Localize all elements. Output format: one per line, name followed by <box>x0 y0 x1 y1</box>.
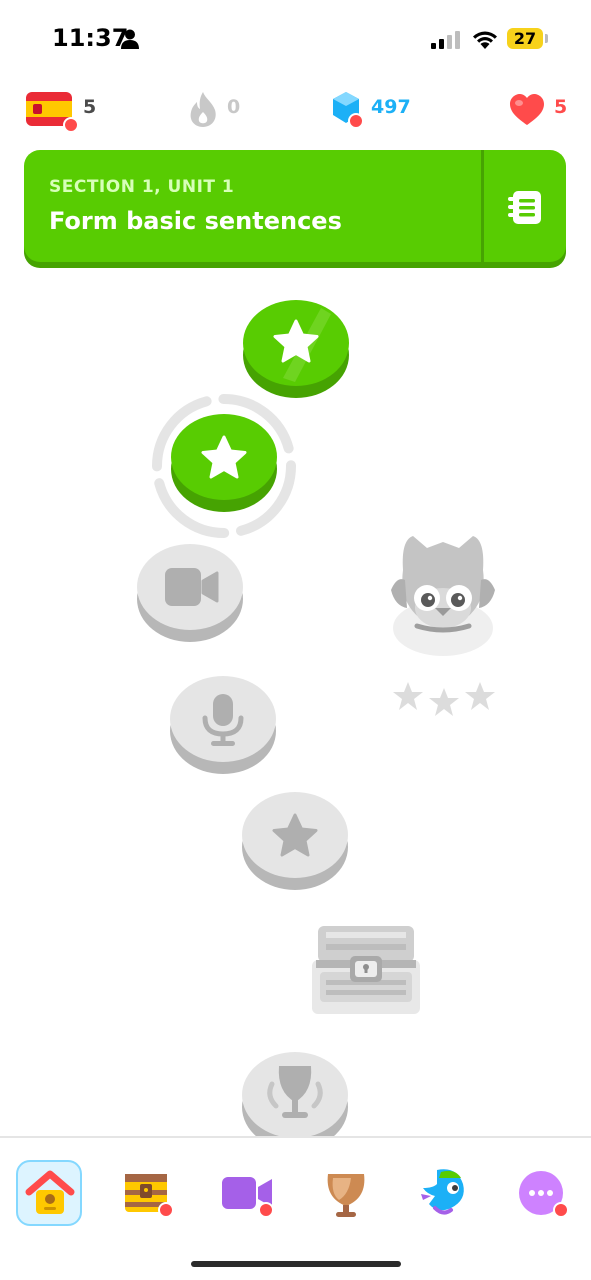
unit-banner[interactable] <box>24 150 566 262</box>
wifi-icon <box>473 31 497 49</box>
video-camera-icon <box>165 568 219 606</box>
nav-backdrop <box>0 1138 591 1280</box>
lesson-node-completed[interactable] <box>243 300 349 398</box>
home-indicator <box>191 1261 401 1267</box>
shield-icon <box>327 1174 365 1217</box>
notification-dot <box>158 1202 174 1218</box>
streak-count: 0 <box>227 96 241 118</box>
notification-dot <box>553 1202 569 1218</box>
gems-count: 497 <box>371 96 411 118</box>
battery-level: 27 <box>507 28 543 49</box>
treasure-chest-icon[interactable] <box>310 922 422 1016</box>
owl-stars-icon <box>393 682 495 716</box>
nav-practice[interactable] <box>413 1160 479 1226</box>
nav-video-call[interactable] <box>214 1160 280 1226</box>
course-selector[interactable]: 5 <box>26 92 102 133</box>
courses-count: 5 <box>83 96 97 118</box>
notification-dot <box>258 1202 274 1218</box>
person-icon <box>121 29 139 49</box>
nav-chests[interactable] <box>114 1160 180 1226</box>
star-icon <box>201 435 247 479</box>
home-icon <box>25 1170 75 1214</box>
gems-indicator[interactable]: 497 <box>331 90 421 130</box>
cellular-signal-icon <box>431 31 460 49</box>
trophy-icon <box>267 1066 323 1118</box>
notification-dot <box>63 117 79 133</box>
hearts-indicator[interactable]: 5 <box>509 92 569 128</box>
nav-home[interactable] <box>16 1160 82 1226</box>
hearts-count: 5 <box>554 96 568 118</box>
guidebook-icon[interactable] <box>505 188 545 228</box>
microphone-icon <box>202 694 244 746</box>
battery-nub <box>545 34 548 43</box>
star-icon <box>272 813 318 857</box>
status-time: 11:37 <box>52 24 129 52</box>
star-icon <box>273 308 331 382</box>
nav-more[interactable] <box>511 1160 577 1226</box>
lesson-node-video-locked[interactable] <box>137 544 243 642</box>
unit-title: Form basic sentences <box>49 207 342 235</box>
heart-icon <box>510 94 544 125</box>
owl-character <box>391 536 495 656</box>
lesson-node-speaking-locked[interactable] <box>170 676 276 774</box>
nav-leagues[interactable] <box>313 1160 379 1226</box>
flame-icon <box>190 92 216 127</box>
section-label: SECTION 1, UNIT 1 <box>49 177 235 197</box>
notification-dot <box>348 113 364 129</box>
lesson-node-star-locked[interactable] <box>242 792 348 890</box>
banner-divider <box>481 150 484 262</box>
streak-indicator[interactable]: 0 <box>188 90 248 130</box>
lesson-node-current[interactable] <box>171 414 277 512</box>
bird-icon <box>421 1169 464 1215</box>
nav-divider <box>0 1136 591 1138</box>
